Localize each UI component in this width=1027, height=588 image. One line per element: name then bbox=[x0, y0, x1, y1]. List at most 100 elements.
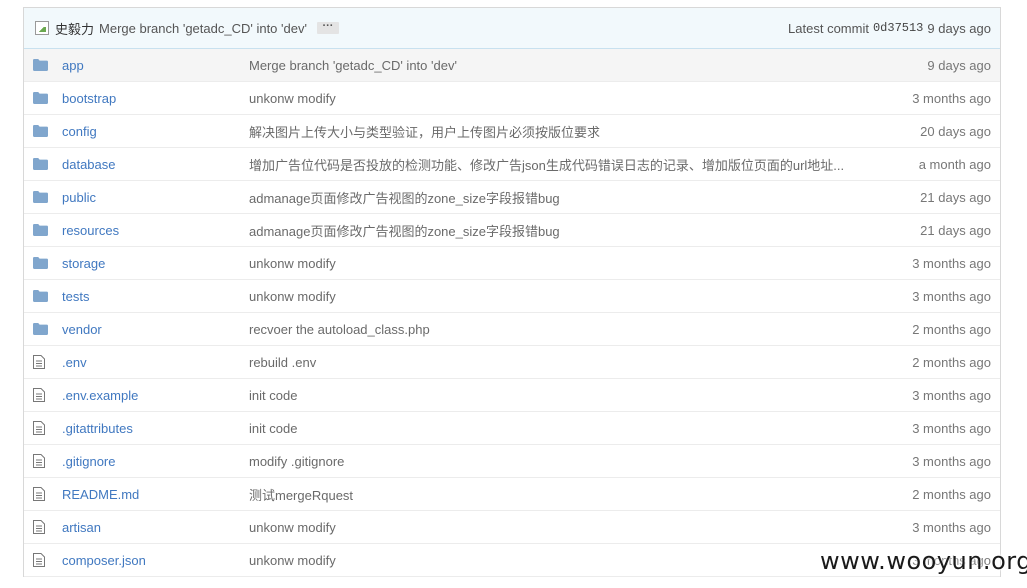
file-age: 3 months ago bbox=[912, 288, 991, 304]
file-commit-message[interactable]: rebuild .env bbox=[249, 355, 849, 370]
file-row: app Merge branch 'getadc_CD' into 'dev' 9 … bbox=[24, 49, 1000, 82]
file-commit-message[interactable]: init code bbox=[249, 388, 849, 403]
file-age: 21 days ago bbox=[920, 189, 991, 205]
file-row: database 增加广告位代码是否投放的检测功能、修改广告json生成代码错误日… bbox=[24, 148, 1000, 181]
file-name-cell: .env bbox=[62, 355, 249, 370]
file-row: vendor recvoer the autoload_class.php 2 mo… bbox=[24, 313, 1000, 346]
file-row: .env rebuild .env 2 months ago bbox=[24, 346, 1000, 379]
file-commit-message[interactable]: recvoer the autoload_class.php bbox=[249, 322, 849, 337]
file-commit-message[interactable]: 增加广告位代码是否投放的检测功能、修改广告json生成代码错误日志的记录、增加版… bbox=[249, 155, 849, 174]
file-commit-message[interactable]: unkonw modify bbox=[249, 520, 849, 535]
file-age: 3 months ago bbox=[912, 453, 991, 469]
file-name-link[interactable]: .env.example bbox=[62, 388, 138, 403]
file-name-cell: app bbox=[62, 58, 249, 73]
file-name-cell: bootstrap bbox=[62, 91, 249, 106]
file-name-cell: config bbox=[62, 124, 249, 139]
file-commit-message[interactable]: init code bbox=[249, 421, 849, 436]
file-age: 3 months ago bbox=[912, 90, 991, 106]
file-age: a month ago bbox=[918, 156, 991, 172]
file-name-link[interactable]: tests bbox=[62, 289, 89, 304]
file-table: 史毅力 Merge branch 'getadc_CD' into 'dev' … bbox=[23, 7, 1001, 577]
file-commit-message[interactable]: admanage页面修改广告视图的zone_size字段报错bug bbox=[249, 221, 849, 240]
file-name-link[interactable]: .env bbox=[62, 355, 87, 370]
folder-icon bbox=[24, 323, 62, 335]
file-name-cell: artisan bbox=[62, 520, 249, 535]
file-row: .env.example init code 3 months ago bbox=[24, 379, 1000, 412]
folder-icon bbox=[24, 92, 62, 104]
file-icon bbox=[24, 355, 62, 369]
folder-icon bbox=[24, 125, 62, 137]
file-name-cell: .gitattributes bbox=[62, 421, 249, 436]
file-name-link[interactable]: .gitattributes bbox=[62, 421, 133, 436]
file-row: bootstrap unkonw modify 3 months ago bbox=[24, 82, 1000, 115]
file-age: 3 months ago bbox=[912, 420, 991, 436]
file-commit-message[interactable]: modify .gitignore bbox=[249, 454, 849, 469]
author-avatar[interactable] bbox=[35, 21, 49, 35]
folder-icon bbox=[24, 224, 62, 236]
file-row: .gitignore modify .gitignore 3 months ago bbox=[24, 445, 1000, 478]
file-row: .gitattributes init code 3 months ago bbox=[24, 412, 1000, 445]
file-name-cell: public bbox=[62, 190, 249, 205]
commit-tease: 史毅力 Merge branch 'getadc_CD' into 'dev' … bbox=[24, 8, 1000, 49]
file-commit-message[interactable]: Merge branch 'getadc_CD' into 'dev' bbox=[249, 58, 849, 73]
file-name-cell: .env.example bbox=[62, 388, 249, 403]
file-commit-message[interactable]: 解决图片上传大小与类型验证，用户上传图片必须按版位要求 bbox=[249, 122, 849, 141]
file-icon bbox=[24, 553, 62, 567]
file-name-link[interactable]: .gitignore bbox=[62, 454, 115, 469]
folder-icon bbox=[24, 59, 62, 71]
file-age: 2 months ago bbox=[912, 354, 991, 370]
file-commit-message[interactable]: admanage页面修改广告视图的zone_size字段报错bug bbox=[249, 188, 849, 207]
file-commit-message[interactable]: unkonw modify bbox=[249, 91, 849, 106]
commit-author[interactable]: 史毅力 bbox=[55, 19, 94, 38]
file-name-link[interactable]: README.md bbox=[62, 487, 139, 502]
file-age: 3 months ago bbox=[912, 387, 991, 403]
file-name-link[interactable]: config bbox=[62, 124, 97, 139]
file-name-link[interactable]: app bbox=[62, 58, 84, 73]
file-name-link[interactable]: artisan bbox=[62, 520, 101, 535]
file-name-link[interactable]: composer.json bbox=[62, 553, 146, 568]
file-icon bbox=[24, 487, 62, 501]
folder-icon bbox=[24, 257, 62, 269]
file-age: 3 months ago bbox=[912, 519, 991, 535]
file-name-cell: resources bbox=[62, 223, 249, 238]
file-commit-message[interactable]: 测试mergeRquest bbox=[249, 485, 849, 504]
file-age: 9 days ago bbox=[927, 57, 991, 73]
file-name-link[interactable]: public bbox=[62, 190, 96, 205]
file-name-link[interactable]: resources bbox=[62, 223, 119, 238]
file-name-cell: storage bbox=[62, 256, 249, 271]
file-icon bbox=[24, 388, 62, 402]
latest-commit-label: Latest commit bbox=[788, 20, 869, 36]
file-row: public admanage页面修改广告视图的zone_size字段报错bug 2… bbox=[24, 181, 1000, 214]
file-icon bbox=[24, 454, 62, 468]
file-row: storage unkonw modify 3 months ago bbox=[24, 247, 1000, 280]
file-commit-message[interactable]: unkonw modify bbox=[249, 289, 849, 304]
file-name-cell: .gitignore bbox=[62, 454, 249, 469]
file-commit-message[interactable]: unkonw modify bbox=[249, 256, 849, 271]
file-age: 21 days ago bbox=[920, 222, 991, 238]
file-row: README.md 测试mergeRquest 2 months ago bbox=[24, 478, 1000, 511]
file-name-cell: database bbox=[62, 157, 249, 172]
file-name-link[interactable]: database bbox=[62, 157, 116, 172]
file-row: resources admanage页面修改广告视图的zone_size字段报错b… bbox=[24, 214, 1000, 247]
folder-icon bbox=[24, 158, 62, 170]
file-age: 20 days ago bbox=[920, 123, 991, 139]
commit-message[interactable]: Merge branch 'getadc_CD' into 'dev' bbox=[99, 21, 307, 36]
file-age: 2 months ago bbox=[912, 321, 991, 337]
file-age: 2 months ago bbox=[912, 486, 991, 502]
expand-commit-message-button[interactable]: ··· bbox=[316, 21, 339, 34]
file-icon bbox=[24, 421, 62, 435]
file-name-link[interactable]: vendor bbox=[62, 322, 102, 337]
file-row: artisan unkonw modify 3 months ago bbox=[24, 511, 1000, 544]
folder-icon bbox=[24, 191, 62, 203]
file-name-cell: vendor bbox=[62, 322, 249, 337]
file-row: tests unkonw modify 3 months ago bbox=[24, 280, 1000, 313]
file-name-cell: composer.json bbox=[62, 553, 249, 568]
file-row: config 解决图片上传大小与类型验证，用户上传图片必须按版位要求 20 days… bbox=[24, 115, 1000, 148]
commit-sha-link[interactable]: 0d37513 bbox=[873, 21, 923, 35]
file-commit-message[interactable]: unkonw modify bbox=[249, 553, 849, 568]
file-name-link[interactable]: bootstrap bbox=[62, 91, 116, 106]
commit-age: 9 days ago bbox=[927, 20, 991, 36]
folder-icon bbox=[24, 290, 62, 302]
file-name-link[interactable]: storage bbox=[62, 256, 105, 271]
file-age: 3 months ago bbox=[912, 255, 991, 271]
